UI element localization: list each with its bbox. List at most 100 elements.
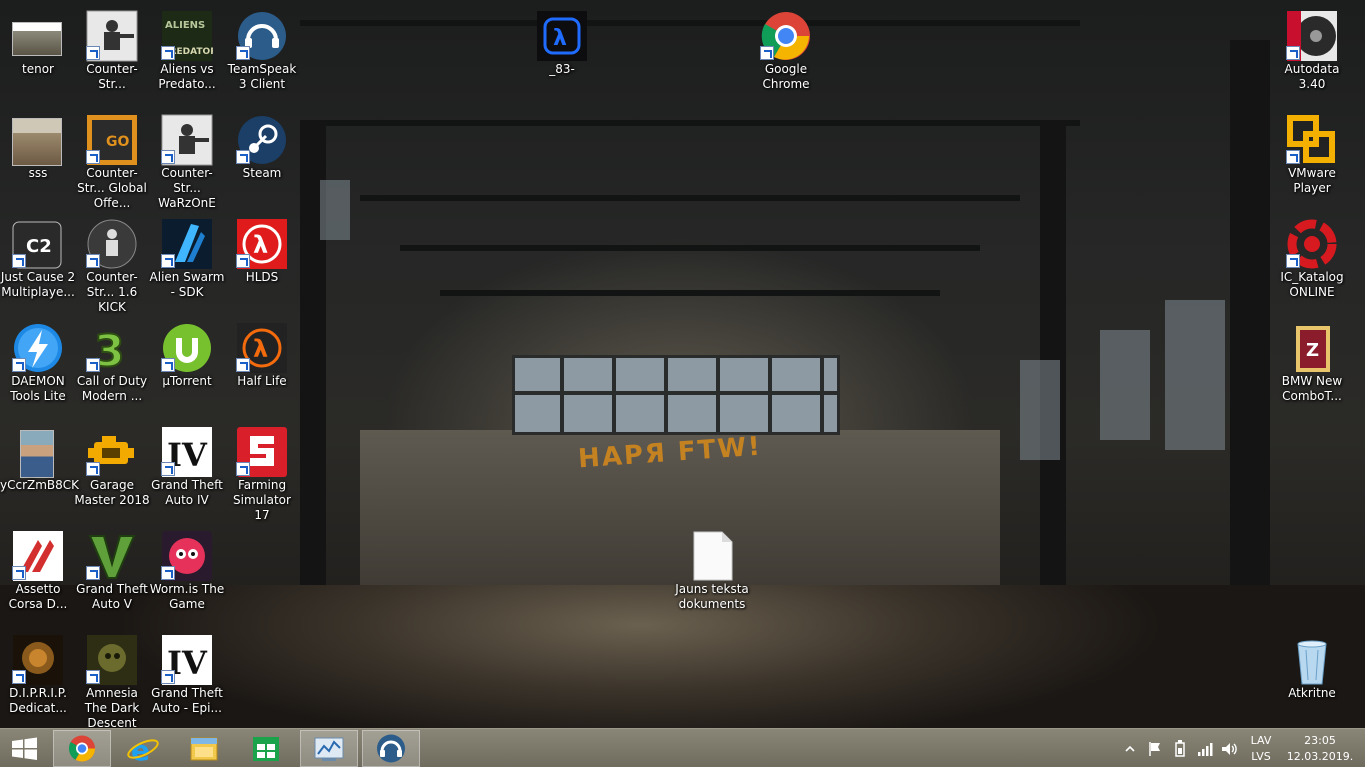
desktop-icon-bmw-new-combo[interactable]: Z BMW New ComboT...	[1274, 316, 1350, 416]
icon-label: Counter-Str... WaRzOnE	[158, 166, 216, 210]
desktop-icon-ic-katalog[interactable]: IC_Katalog ONLINE	[1274, 212, 1350, 312]
signal-bars-icon	[1198, 743, 1213, 756]
icon-label: BMW New ComboT...	[1281, 374, 1343, 403]
keyboard-layout-code: LVS	[1251, 750, 1271, 763]
image-thumbnail-icon	[12, 114, 64, 166]
desktop-icon-tenor[interactable]: tenor	[0, 4, 76, 104]
shortcut-arrow-icon	[161, 254, 175, 268]
power-button[interactable]	[1172, 739, 1188, 759]
icon-label: Assetto Corsa D...	[8, 582, 68, 611]
shortcut-arrow-icon	[161, 358, 175, 372]
svg-text:GO: GO	[106, 134, 129, 150]
desktop-icon-steam[interactable]: Steam	[224, 108, 300, 208]
shortcut-arrow-icon	[161, 566, 175, 580]
wallpaper-window	[320, 180, 350, 240]
shortcut-arrow-icon	[86, 254, 100, 268]
chrome-icon	[68, 735, 96, 762]
icon-label: IC_Katalog ONLINE	[1280, 270, 1344, 299]
desktop-icon-diprip[interactable]: D.I.P.R.I.P. Dedicat...	[0, 628, 76, 728]
shortcut-arrow-icon	[12, 670, 26, 684]
icon-label: TeamSpeak 3 Client	[227, 62, 297, 91]
desktop-icon-farming-simulator[interactable]: Farming Simulator 17	[224, 420, 300, 522]
action-center-button[interactable]	[1146, 740, 1164, 758]
shortcut-arrow-icon	[86, 566, 100, 580]
desktop-icon-83[interactable]: λ _83-	[524, 4, 600, 104]
desktop-icon-cs-16-kick[interactable]: Counter-Str... 1.6 KICK	[74, 212, 150, 314]
desktop-icon-gta-v[interactable]: Grand Theft Auto V	[74, 524, 150, 624]
desktop-icon-teamspeak[interactable]: TeamSpeak 3 Client	[224, 4, 300, 104]
taskbar-teamspeak-button[interactable]	[362, 730, 420, 767]
taskbar-store-button[interactable]	[237, 730, 295, 767]
icon-label: Call of Duty Modern ...	[76, 374, 148, 403]
desktop-icon-recycle-bin[interactable]: Atkritne	[1274, 628, 1350, 728]
language-code: LAV	[1250, 734, 1272, 747]
desktop-icon-cs-warzone[interactable]: Counter-Str... WaRzOnE	[149, 108, 225, 210]
desktop-icon-daemon-tools[interactable]: DAEMON Tools Lite	[0, 316, 76, 416]
shortcut-arrow-icon	[12, 254, 26, 268]
desktop-icon-google-chrome[interactable]: Google Chrome	[748, 4, 824, 104]
icon-label: Worm.is The Game	[149, 582, 225, 611]
icon-label: Grand Theft Auto IV	[151, 478, 223, 507]
shortcut-arrow-icon	[236, 358, 250, 372]
desktop-icon-alien-swarm[interactable]: Alien Swarm - SDK	[149, 212, 225, 312]
desktop-icon-counter-strike[interactable]: Counter-Str...	[74, 4, 150, 104]
desktop-icon-cs-go[interactable]: GO Counter-Str... Global Offe...	[74, 108, 150, 210]
store-icon	[253, 737, 279, 761]
icon-label: HLDS	[245, 270, 279, 284]
taskbar-chrome-button[interactable]	[53, 730, 111, 767]
shortcut-arrow-icon	[1286, 150, 1300, 164]
icon-label: Just Cause 2 Multiplaye...	[0, 270, 76, 299]
desktop-icon-garage-master[interactable]: Garage Master 2018	[74, 420, 150, 520]
shortcut-arrow-icon	[12, 358, 26, 372]
battery-plug-icon	[1175, 740, 1185, 757]
desktop-icon-gta-iv[interactable]: IV Grand Theft Auto IV	[149, 420, 225, 520]
control-panel-icon	[314, 737, 344, 761]
desktop-icon-hlds[interactable]: λ HLDS	[224, 212, 300, 312]
svg-text:λ: λ	[253, 231, 268, 259]
icon-label: Counter-Str... 1.6 KICK	[86, 270, 138, 314]
shortcut-arrow-icon	[1286, 46, 1300, 60]
file-explorer-icon	[190, 737, 218, 761]
wallpaper-beam	[440, 290, 940, 296]
desktop-icon-sss[interactable]: sss	[0, 108, 76, 208]
winrar-archive-icon: Z	[1286, 322, 1338, 374]
svg-text:e: e	[131, 734, 150, 767]
desktop-icon-assetto-corsa[interactable]: Assetto Corsa D...	[0, 524, 76, 624]
svg-text:Z: Z	[1306, 340, 1319, 361]
svg-text:λ: λ	[253, 335, 268, 363]
input-language-button[interactable]: LAV LVS	[1244, 733, 1278, 765]
desktop-icon-just-cause-2[interactable]: C2 Just Cause 2 Multiplaye...	[0, 212, 76, 312]
start-button[interactable]	[0, 730, 50, 767]
desktop-icon-vmware-player[interactable]: VMware Player	[1274, 108, 1350, 208]
volume-button[interactable]	[1220, 740, 1238, 758]
desktop-icon-gta-episodes[interactable]: IV Grand Theft Auto - Epi...	[149, 628, 225, 728]
clock-button[interactable]: 23:05 12.03.2019.	[1284, 733, 1356, 765]
taskbar: e LAV LVS 23:05 12.03.2019.	[0, 728, 1365, 767]
desktop-icon-utorrent[interactable]: µTorrent	[149, 316, 225, 416]
svg-text:C2: C2	[26, 236, 52, 257]
show-hidden-icons-button[interactable]	[1124, 741, 1136, 755]
desktop-icon-call-of-duty[interactable]: 3 Call of Duty Modern ...	[74, 316, 150, 416]
windows-logo-icon	[12, 737, 37, 760]
taskbar-internet-explorer-button[interactable]: e	[114, 730, 172, 767]
desktop-icon-amnesia[interactable]: Amnesia The Dark Descent	[74, 628, 150, 730]
icon-label: Garage Master 2018	[74, 478, 150, 507]
shortcut-arrow-icon	[161, 46, 175, 60]
network-button[interactable]	[1196, 740, 1214, 758]
wallpaper-beam	[360, 195, 1020, 201]
desktop-icon-aliens-vs-predator[interactable]: ALIENS PREDATOR Aliens vs Predato...	[149, 4, 225, 104]
desktop-icon-jauns-teksta-dokuments[interactable]: Jauns teksta dokuments	[674, 524, 750, 624]
desktop-icon-half-life[interactable]: λ Half Life	[224, 316, 300, 416]
taskbar-file-explorer-button[interactable]	[175, 730, 233, 767]
shortcut-arrow-icon	[86, 150, 100, 164]
icon-label: DAEMON Tools Lite	[10, 374, 66, 403]
wallpaper-column	[1230, 40, 1270, 640]
desktop-icon-ycczmb8ck[interactable]: yCcrZmB8CK	[0, 420, 79, 520]
desktop-icon-wormis[interactable]: Worm.is The Game	[149, 524, 225, 624]
icon-label: Half Life	[237, 374, 287, 388]
desktop-icon-autodata[interactable]: Autodata 3.40	[1274, 4, 1350, 104]
icon-label: sss	[28, 166, 48, 180]
icon-label: Aliens vs Predato...	[158, 62, 216, 91]
chevron-up-icon	[1125, 745, 1135, 752]
taskbar-control-panel-button[interactable]	[300, 730, 358, 767]
